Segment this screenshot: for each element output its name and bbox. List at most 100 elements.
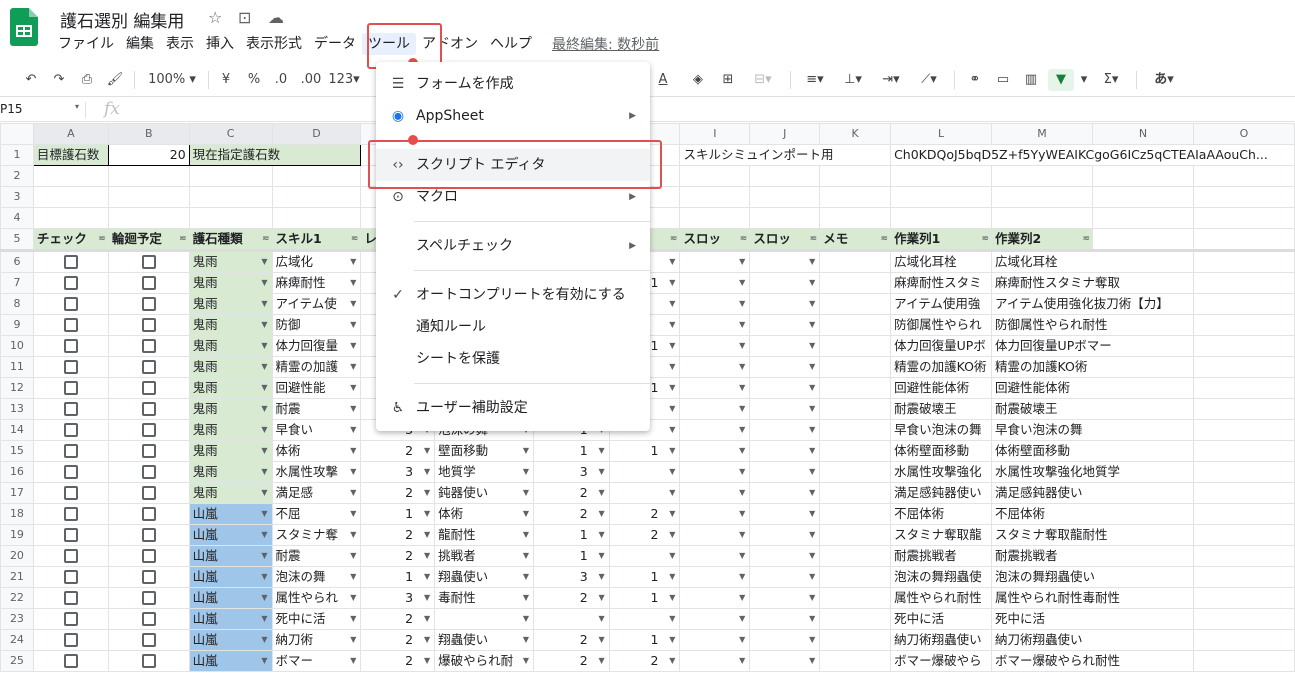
check-cell[interactable] <box>32 356 109 378</box>
work2-cell[interactable]: 防御属性やられ耐性 <box>991 314 1194 336</box>
select-all-corner[interactable] <box>0 123 34 145</box>
slot1-cell[interactable]: 2 ▼ <box>608 503 681 525</box>
slot1-cell[interactable]: 1 ▼ <box>608 629 681 651</box>
checkbox[interactable] <box>141 276 156 290</box>
checkbox[interactable] <box>63 549 78 563</box>
slot3-cell[interactable]: ▼ <box>749 650 821 672</box>
skill1-cell[interactable]: 死中に活 ▼ <box>271 608 362 630</box>
skill1-cell[interactable]: 精霊の加護 ▼ <box>271 356 362 378</box>
slot2-cell[interactable]: ▼ <box>679 566 751 588</box>
column-header[interactable]: L <box>890 123 993 145</box>
check-cell[interactable] <box>32 314 109 336</box>
skill2-cell[interactable]: 毒耐性 ▼ <box>434 587 534 609</box>
work2-cell[interactable]: 耐震挑戦者 <box>991 545 1194 567</box>
work2-cell[interactable]: 泡沫の舞翔蟲使い <box>991 566 1194 588</box>
column-header[interactable]: I <box>679 123 751 145</box>
level2-cell[interactable]: 3 ▼ <box>532 461 610 483</box>
skill1-cell[interactable]: 満足感 ▼ <box>271 482 362 504</box>
checkbox[interactable] <box>141 633 156 647</box>
text-rotation-icon[interactable]: ⟋▾ <box>914 69 944 91</box>
check-cell[interactable] <box>32 398 109 420</box>
row-header[interactable]: 1 <box>0 144 34 166</box>
header-rinne[interactable]: 輪廻予定 ≂ <box>107 228 190 252</box>
slot2-cell[interactable]: ▼ <box>679 419 751 441</box>
work1-cell[interactable]: アイテム使用強 <box>890 293 993 315</box>
work1-cell[interactable]: ボマー爆破やら <box>890 650 993 672</box>
memo-cell[interactable] <box>819 250 892 273</box>
row-header[interactable]: 20 <box>0 545 34 567</box>
work1-cell[interactable]: 体力回復量UPボ <box>890 335 993 357</box>
move-folder-icon[interactable]: ⊡ <box>238 8 251 27</box>
menu-autocomplete[interactable]: ✓ オートコンプリートを有効にする <box>376 279 650 311</box>
slot3-cell[interactable]: ▼ <box>749 293 821 315</box>
skill1-cell[interactable]: 体力回復量 ▼ <box>271 335 362 357</box>
checkbox[interactable] <box>63 381 78 395</box>
target-count-value[interactable]: 20 <box>107 144 190 166</box>
currency-button[interactable]: ¥ <box>216 69 236 91</box>
check-cell[interactable] <box>32 482 109 504</box>
slot3-cell[interactable]: ▼ <box>749 545 821 567</box>
slot2-cell[interactable]: ▼ <box>679 545 751 567</box>
checkbox[interactable] <box>141 654 156 668</box>
skill1-cell[interactable]: スタミナ奪 ▼ <box>271 524 362 546</box>
skill1-cell[interactable]: 体術 ▼ <box>271 440 362 462</box>
rinne-cell[interactable] <box>107 608 190 630</box>
row-header[interactable]: 14 <box>0 419 34 441</box>
slot2-cell[interactable]: ▼ <box>679 250 751 273</box>
memo-cell[interactable] <box>819 419 892 441</box>
column-header[interactable]: O <box>1193 123 1295 145</box>
level1-cell[interactable]: 2 ▼ <box>360 524 436 546</box>
slot1-cell[interactable]: ▼ <box>608 482 681 504</box>
fill-color-icon[interactable]: ◈ <box>688 69 708 91</box>
checkbox[interactable] <box>141 297 156 311</box>
insert-chart-icon[interactable]: ▥ <box>1020 69 1042 91</box>
checkbox[interactable] <box>63 486 78 500</box>
checkbox[interactable] <box>63 507 78 521</box>
formula-input[interactable] <box>128 98 1295 122</box>
skill1-cell[interactable]: 属性やられ ▼ <box>271 587 362 609</box>
sheets-logo-icon[interactable] <box>10 8 38 46</box>
checkbox[interactable] <box>141 549 156 563</box>
skill1-cell[interactable]: 麻痺耐性 ▼ <box>271 272 362 294</box>
row-header[interactable]: 15 <box>0 440 34 462</box>
checkbox[interactable] <box>141 591 156 605</box>
level2-cell[interactable]: 2 ▼ <box>532 587 610 609</box>
menu-accessibility[interactable]: ♿ ユーザー補助設定 <box>376 392 650 424</box>
slot3-cell[interactable]: ▼ <box>749 440 821 462</box>
level1-cell[interactable]: 3▼ <box>360 587 436 609</box>
row-header[interactable]: 24 <box>0 629 34 651</box>
star-icon[interactable]: ☆ <box>208 8 222 27</box>
vertical-align-icon[interactable]: ⊥▾ <box>838 69 868 91</box>
column-header[interactable]: D <box>271 123 362 145</box>
insert-comment-icon[interactable]: ▭ <box>992 69 1014 91</box>
memo-cell[interactable] <box>819 650 892 672</box>
level1-cell[interactable]: 1 ▼ <box>360 566 436 588</box>
type-cell[interactable]: 山嵐 ▼ <box>188 650 273 672</box>
skill2-cell[interactable]: 爆破やられ耐 ▼ <box>434 650 534 672</box>
row-header[interactable]: 10 <box>0 335 34 357</box>
work1-cell[interactable]: 防御属性やられ <box>890 314 993 336</box>
checkbox[interactable] <box>141 507 156 521</box>
skill1-cell[interactable]: ボマー ▼ <box>271 650 362 672</box>
cell[interactable] <box>1193 228 1295 252</box>
rinne-cell[interactable] <box>107 461 190 483</box>
check-cell[interactable] <box>32 440 109 462</box>
slot2-cell[interactable]: ▼ <box>679 461 751 483</box>
level2-cell[interactable]: 2 ▼ <box>532 503 610 525</box>
slot2-cell[interactable]: ▼ <box>679 293 751 315</box>
slot3-cell[interactable]: ▼ <box>749 377 821 399</box>
slot3-cell[interactable]: ▼ <box>749 335 821 357</box>
memo-cell[interactable] <box>819 335 892 357</box>
level1-cell[interactable]: 2 ▼ <box>360 545 436 567</box>
menu-insert[interactable]: 挿入 <box>200 33 240 55</box>
memo-cell[interactable] <box>819 629 892 651</box>
rinne-cell[interactable] <box>107 293 190 315</box>
work1-cell[interactable]: 不屈体術 <box>890 503 993 525</box>
zoom-select[interactable]: 100% ▾ <box>144 69 200 91</box>
checkbox[interactable] <box>63 444 78 458</box>
insert-link-icon[interactable]: ⚭ <box>964 69 986 91</box>
slot3-cell[interactable]: ▼ <box>749 461 821 483</box>
row-header[interactable]: 4 <box>0 207 34 229</box>
borders-icon[interactable]: ⊞ <box>718 69 738 91</box>
row-header[interactable]: 5 <box>0 228 34 252</box>
